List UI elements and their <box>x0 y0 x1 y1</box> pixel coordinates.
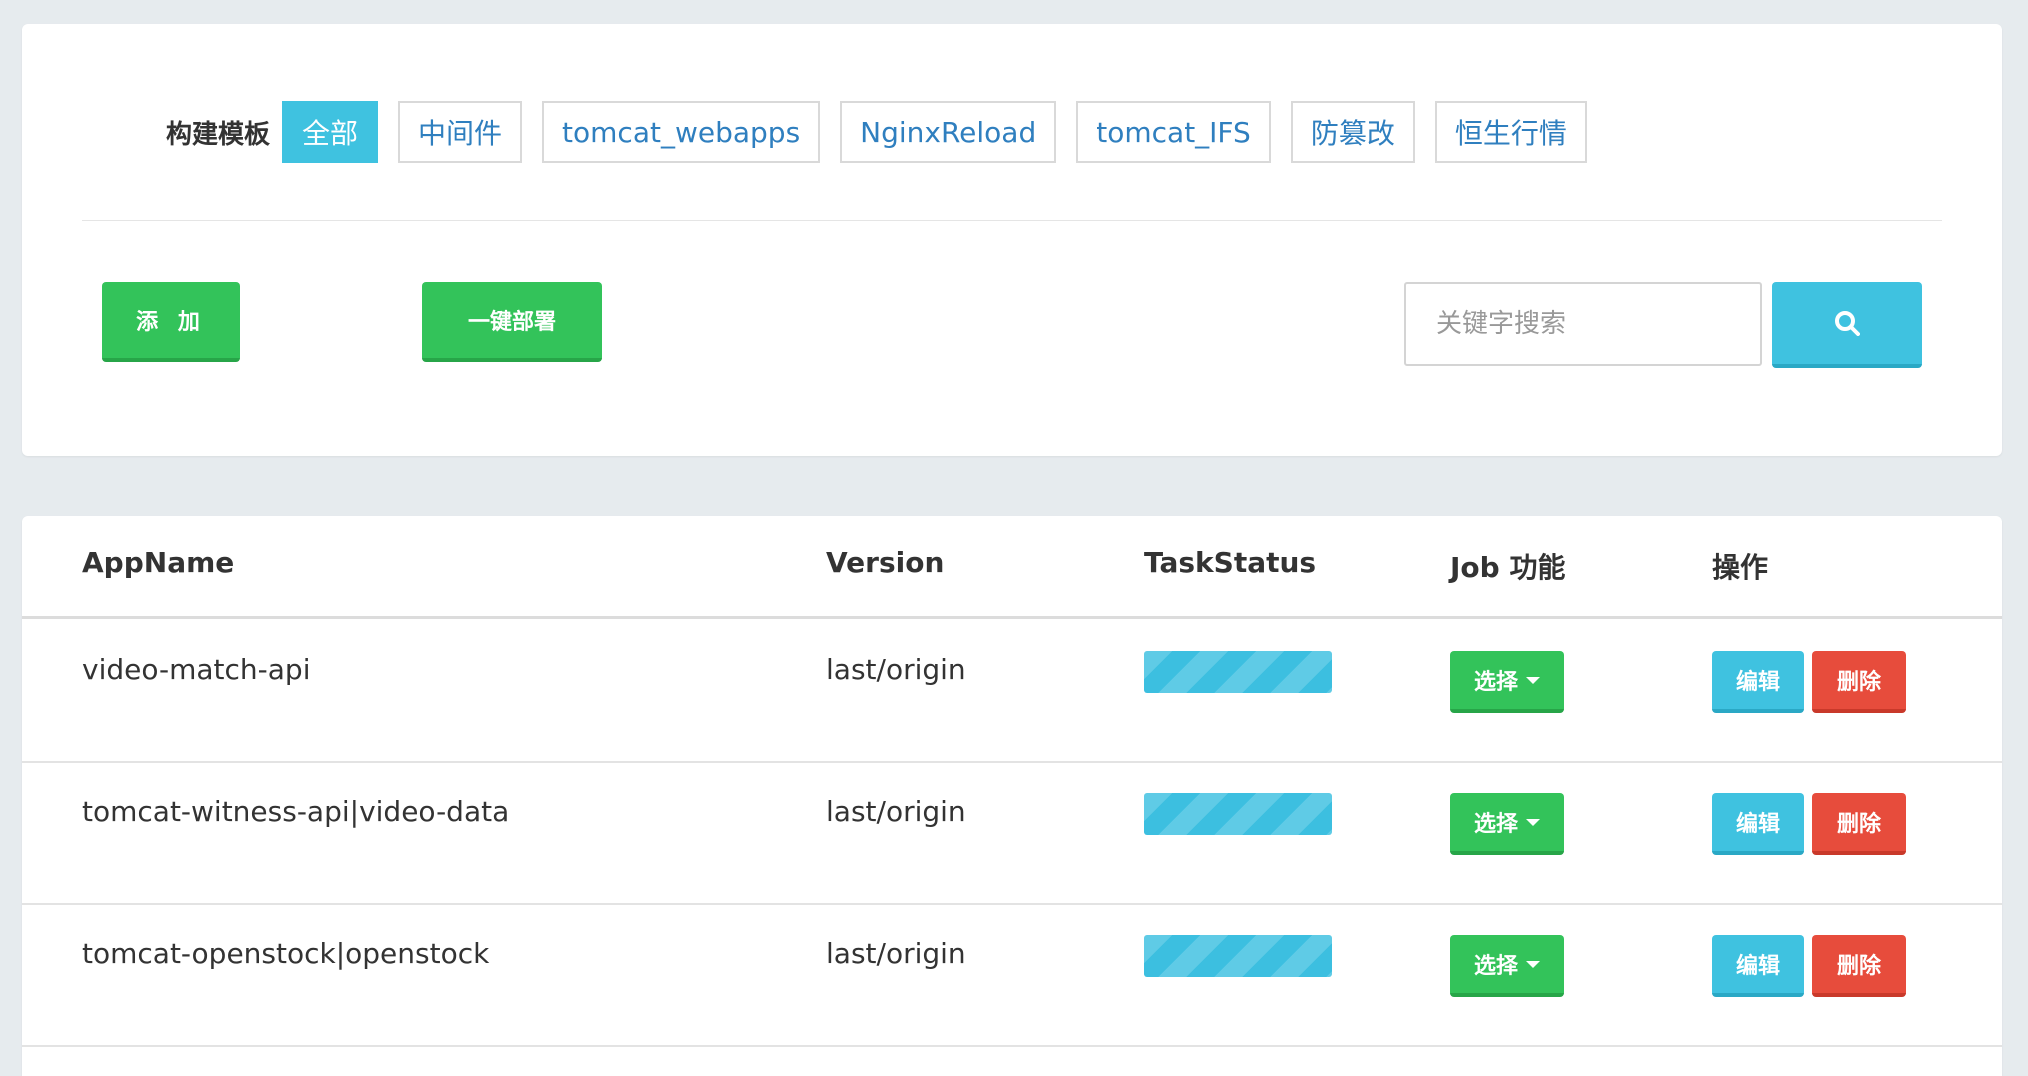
job-select-button[interactable]: 选择 <box>1450 935 1564 997</box>
template-tab-middleware[interactable]: 中间件 <box>398 101 523 163</box>
filter-divider <box>82 220 1942 221</box>
search-icon <box>1835 311 1860 336</box>
app-name-cell: video-match-api <box>82 653 311 686</box>
edit-button[interactable]: 编辑 <box>1712 651 1804 713</box>
add-button[interactable]: 添 加 <box>102 282 240 362</box>
template-tab-anti-tamper[interactable]: 防篡改 <box>1290 101 1415 163</box>
col-header-taskstatus[interactable]: TaskStatus <box>1144 546 1316 579</box>
caret-down-icon <box>1526 676 1540 684</box>
delete-button[interactable]: 删除 <box>1812 651 1906 713</box>
template-label: 构建模板 <box>166 119 271 150</box>
edit-button[interactable]: 编辑 <box>1712 793 1804 855</box>
job-select-button[interactable]: 选择 <box>1450 651 1564 713</box>
col-header-version[interactable]: Version <box>826 546 944 579</box>
one-click-deploy-button[interactable]: 一键部署 <box>422 282 602 362</box>
template-tab-nginx-reload[interactable]: NginxReload <box>840 101 1057 163</box>
template-tab-tomcat-ifs[interactable]: tomcat_IFS <box>1076 101 1271 163</box>
template-tab-all[interactable]: 全部 <box>282 101 379 163</box>
app-name-cell: tomcat-openstock|openstock <box>82 937 490 970</box>
version-cell: last/origin <box>826 653 966 686</box>
template-filter-bar: 构建模板 全部 中间件 tomcat_webapps NginxReload t… <box>166 100 1607 164</box>
search-input[interactable] <box>1404 282 1762 366</box>
delete-button[interactable]: 删除 <box>1812 935 1906 997</box>
col-header-ops[interactable]: 操作 <box>1712 546 1768 586</box>
template-tab-tomcat-webapps[interactable]: tomcat_webapps <box>542 101 821 163</box>
delete-button[interactable]: 删除 <box>1812 793 1906 855</box>
table-row: tomcat-openstock|openstock last/origin 选… <box>22 903 2002 1047</box>
col-header-appname[interactable]: AppName <box>82 546 234 579</box>
caret-down-icon <box>1526 818 1540 826</box>
task-status-progress <box>1144 651 1332 693</box>
table-row: tomcat-witness-api|video-data last/origi… <box>22 761 2002 905</box>
table-row: video-match-api last/origin 选择 编辑 删除 <box>22 619 2002 763</box>
version-cell: last/origin <box>826 937 966 970</box>
search-button[interactable] <box>1772 282 1922 368</box>
filter-panel: 构建模板 全部 中间件 tomcat_webapps NginxReload t… <box>22 24 2002 456</box>
job-select-label: 选择 <box>1473 954 1518 979</box>
col-header-job[interactable]: Job 功能 <box>1450 546 1565 586</box>
task-status-progress <box>1144 793 1332 835</box>
job-select-button[interactable]: 选择 <box>1450 793 1564 855</box>
app-name-cell: tomcat-witness-api|video-data <box>82 795 510 828</box>
app-table: AppName Version TaskStatus Job 功能 操作 vid… <box>22 516 2002 1076</box>
job-select-label: 选择 <box>1473 670 1518 695</box>
task-status-progress <box>1144 935 1332 977</box>
edit-button[interactable]: 编辑 <box>1712 935 1804 997</box>
version-cell: last/origin <box>826 795 966 828</box>
caret-down-icon <box>1526 960 1540 968</box>
template-tab-hs-quotes[interactable]: 恒生行情 <box>1434 101 1587 163</box>
job-select-label: 选择 <box>1473 812 1518 837</box>
